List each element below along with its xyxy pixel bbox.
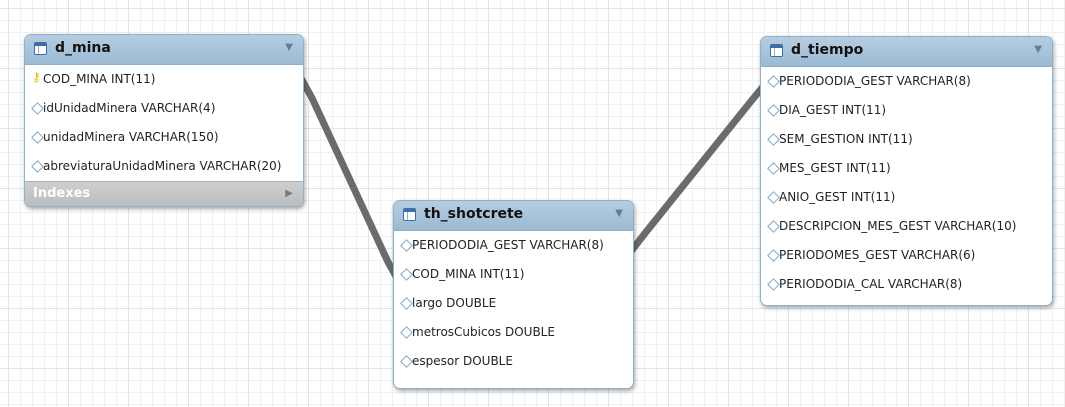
relationship-d-tiempo-th-shotcrete[interactable] — [628, 79, 770, 254]
column-row[interactable]: unidadMinera VARCHAR(150) — [25, 123, 303, 152]
column-row[interactable]: metrosCubicos DOUBLE — [394, 318, 633, 347]
diamond-icon — [31, 123, 44, 152]
diamond-icon — [767, 241, 780, 270]
column-row[interactable]: MES_GEST INT(11) — [761, 154, 1052, 183]
column-row[interactable]: abreviaturaUnidadMinera VARCHAR(20) — [25, 152, 303, 181]
diamond-icon — [400, 231, 413, 260]
table-name: d_tiempo — [791, 42, 864, 58]
column-label: PERIODODIA_GEST VARCHAR(8) — [779, 74, 971, 88]
diamond-icon — [767, 96, 780, 125]
column-row[interactable]: ⚷ COD_MINA INT(11) — [25, 65, 303, 94]
diamond-icon — [400, 347, 413, 376]
column-list: PERIODODIA_GEST VARCHAR(8) DIA_GEST INT(1… — [761, 67, 1052, 299]
table-header[interactable]: d_mina ▼ — [25, 35, 303, 65]
table-th-shotcrete[interactable]: th_shotcrete ▼ PERIODODIA_GEST VARCHAR(8… — [393, 200, 634, 389]
relationship-d-mina-th-shotcrete[interactable] — [298, 76, 402, 284]
column-list: ⚷ COD_MINA INT(11) idUnidadMinera VARCHAR(… — [25, 65, 303, 181]
column-row[interactable]: COD_MINA INT(11) — [394, 260, 633, 289]
key-icon: ⚷ — [32, 70, 41, 84]
column-row[interactable]: largo DOUBLE — [394, 289, 633, 318]
table-name: d_mina — [55, 40, 111, 56]
column-label: espesor DOUBLE — [412, 354, 513, 368]
column-label: PERIODOMES_GEST VARCHAR(6) — [779, 248, 976, 262]
table-footer — [394, 376, 633, 388]
triangle-down-icon[interactable]: ▼ — [285, 42, 293, 53]
diamond-icon — [767, 183, 780, 212]
column-row[interactable]: ANIO_GEST INT(11) — [761, 183, 1052, 212]
column-row[interactable]: PERIODODIA_CAL VARCHAR(8) — [761, 270, 1052, 299]
column-list: PERIODODIA_GEST VARCHAR(8) COD_MINA INT(1… — [394, 231, 633, 376]
table-icon — [770, 44, 783, 57]
triangle-right-icon[interactable]: ▶ — [285, 182, 293, 206]
diamond-icon — [767, 270, 780, 299]
table-icon — [403, 208, 416, 221]
column-label: COD_MINA INT(11) — [412, 267, 525, 281]
column-row[interactable]: PERIODOMES_GEST VARCHAR(6) — [761, 241, 1052, 270]
column-row[interactable]: PERIODODIA_GEST VARCHAR(8) — [394, 231, 633, 260]
table-icon — [34, 42, 47, 55]
column-row[interactable]: idUnidadMinera VARCHAR(4) — [25, 94, 303, 123]
table-footer — [761, 299, 1052, 305]
column-label: DESCRIPCION_MES_GEST VARCHAR(10) — [779, 219, 1017, 233]
diamond-icon — [400, 318, 413, 347]
column-label: unidadMinera VARCHAR(150) — [43, 130, 219, 144]
column-row[interactable]: espesor DOUBLE — [394, 347, 633, 376]
column-label: MES_GEST INT(11) — [779, 161, 891, 175]
column-row[interactable]: PERIODODIA_GEST VARCHAR(8) — [761, 67, 1052, 96]
column-label: metrosCubicos DOUBLE — [412, 325, 555, 339]
column-label: PERIODODIA_CAL VARCHAR(8) — [779, 277, 963, 291]
indexes-label: Indexes — [33, 186, 91, 201]
table-d-tiempo[interactable]: d_tiempo ▼ PERIODODIA_GEST VARCHAR(8) DIA… — [760, 36, 1053, 306]
diamond-icon — [31, 152, 44, 181]
indexes-section[interactable]: Indexes ▶ — [25, 181, 303, 206]
column-label: ANIO_GEST INT(11) — [779, 190, 896, 204]
table-header[interactable]: th_shotcrete ▼ — [394, 201, 633, 231]
column-row[interactable]: SEM_GESTION INT(11) — [761, 125, 1052, 154]
diamond-icon — [400, 260, 413, 289]
diamond-icon — [767, 125, 780, 154]
triangle-down-icon[interactable]: ▼ — [615, 208, 623, 219]
table-header[interactable]: d_tiempo ▼ — [761, 37, 1052, 67]
table-d-mina[interactable]: d_mina ▼ ⚷ COD_MINA INT(11) idUnidadMinera… — [24, 34, 304, 207]
column-row[interactable]: DIA_GEST INT(11) — [761, 96, 1052, 125]
column-row[interactable]: DESCRIPCION_MES_GEST VARCHAR(10) — [761, 212, 1052, 241]
diamond-icon — [400, 289, 413, 318]
column-label: COD_MINA INT(11) — [43, 72, 156, 86]
table-name: th_shotcrete — [424, 206, 524, 222]
diamond-icon — [767, 154, 780, 183]
column-label: SEM_GESTION INT(11) — [779, 132, 913, 146]
column-label: PERIODODIA_GEST VARCHAR(8) — [412, 238, 604, 252]
column-label: idUnidadMinera VARCHAR(4) — [43, 101, 216, 115]
column-label: DIA_GEST INT(11) — [779, 103, 887, 117]
column-label: abreviaturaUnidadMinera VARCHAR(20) — [43, 159, 282, 173]
triangle-down-icon[interactable]: ▼ — [1034, 44, 1042, 55]
column-label: largo DOUBLE — [412, 296, 497, 310]
diamond-icon — [767, 212, 780, 241]
diamond-icon — [767, 67, 780, 96]
diamond-icon — [31, 94, 44, 123]
